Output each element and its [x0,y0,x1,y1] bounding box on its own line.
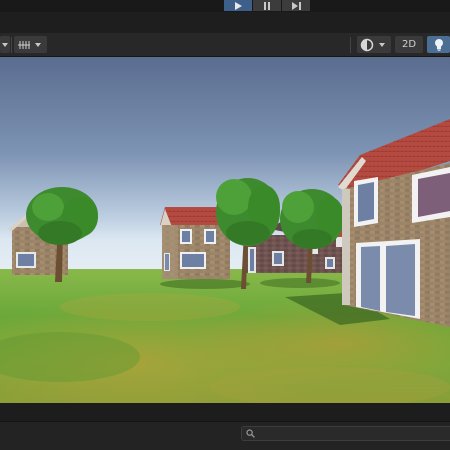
shading-mode-dropdown[interactable] [357,36,391,53]
panel-gap [0,403,450,421]
tab-strip [0,12,450,33]
search-box[interactable] [241,426,450,441]
play-toolbar [0,0,450,12]
play-button[interactable] [224,0,252,11]
pause-icon [264,1,270,10]
chevron-down-icon [379,42,385,47]
gizmo-dropdown[interactable] [14,36,47,53]
bottom-panel-toolbar [0,421,450,450]
search-icon [246,429,255,438]
scene-toolbar: 2D [0,33,450,57]
toolbar-divider [11,37,12,53]
chevron-down-icon [2,42,8,47]
step-forward-icon [291,1,301,10]
play-controls [224,0,311,11]
mode-2d-button[interactable]: 2D [395,36,423,53]
scene-viewport[interactable] [0,57,450,403]
pause-button[interactable] [253,0,281,11]
lighting-toggle[interactable] [427,36,450,53]
mode-2d-label: 2D [401,39,417,50]
tool-dropdown[interactable] [0,36,10,53]
search-input[interactable] [255,428,439,439]
lightbulb-icon [434,39,443,51]
chevron-down-icon [35,42,41,47]
shading-mode-icon [360,38,374,51]
play-icon [235,1,242,10]
toolbar-divider [350,37,351,53]
grid-snap-icon [18,40,30,49]
step-button[interactable] [282,0,310,11]
